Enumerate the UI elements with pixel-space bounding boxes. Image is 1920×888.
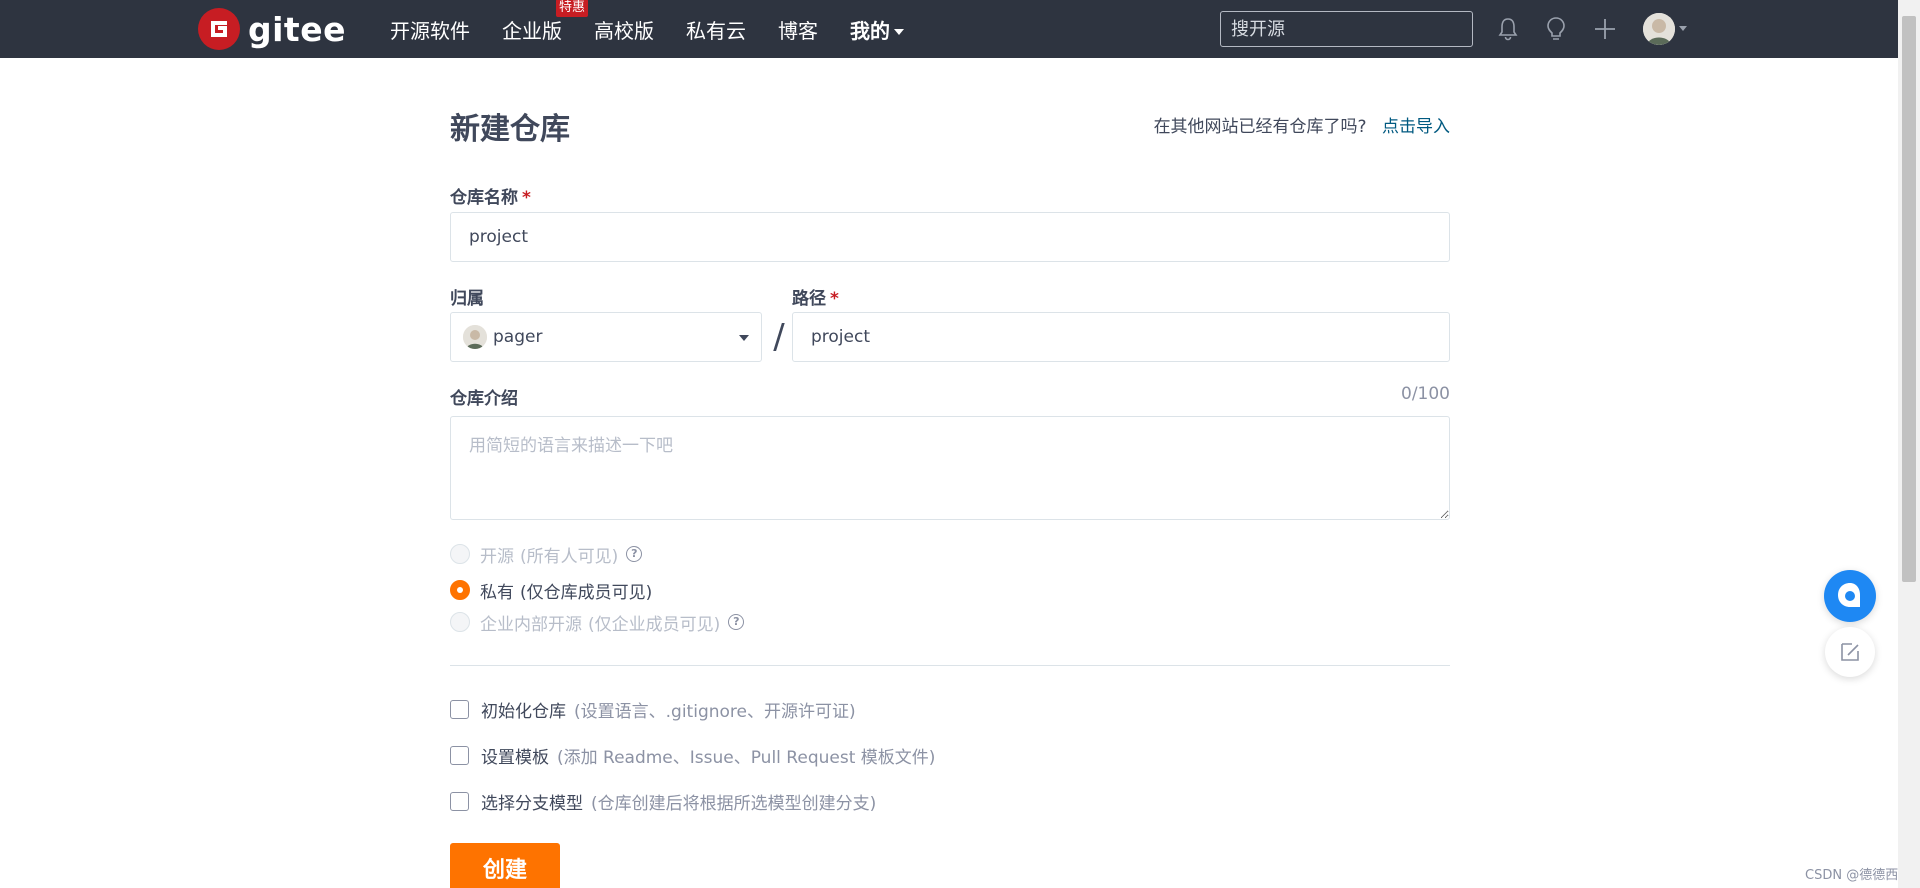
brand-name: gitee xyxy=(248,9,346,49)
section-divider xyxy=(450,665,1450,666)
gitee-logo-icon xyxy=(198,8,240,50)
nav-label: 高校版 xyxy=(594,18,654,43)
scrollbar-thumb[interactable] xyxy=(1902,16,1916,582)
nav-item-mine[interactable]: 我的 xyxy=(850,15,904,44)
nav-label: 博客 xyxy=(778,18,818,43)
checkbox-sublabel: (仓库创建后将根据所选模型创建分支) xyxy=(591,793,877,814)
bell-icon[interactable] xyxy=(1493,14,1523,44)
nav-item-private-cloud[interactable]: 私有云 xyxy=(686,15,746,44)
owner-select[interactable]: pager xyxy=(450,312,762,362)
plus-icon[interactable] xyxy=(1590,14,1620,44)
chat-bubble-button[interactable] xyxy=(1824,570,1876,622)
label-text: 仓库介绍 xyxy=(450,389,518,409)
description-counter: 0/100 xyxy=(1401,384,1450,404)
checkbox[interactable] xyxy=(450,791,469,811)
chevron-down-icon xyxy=(894,29,904,35)
repo-path-value: project xyxy=(811,327,871,347)
owner-label: 归属 xyxy=(450,284,484,309)
import-hint: 在其他网站已经有仓库了吗? 点击导入 xyxy=(1154,112,1450,137)
checkbox-label: 设置模板 xyxy=(481,747,549,768)
required-mark: * xyxy=(522,188,531,208)
page-title: 新建仓库 xyxy=(450,112,570,147)
repo-path-input[interactable]: project xyxy=(792,312,1450,362)
main-nav: 开源软件 企业版 特惠 高校版 私有云 博客 我的 xyxy=(390,0,936,58)
radio-sublabel: (仅仓库成员可见) xyxy=(520,582,653,603)
owner-path-separator: / xyxy=(773,317,785,357)
nav-label: 企业版 xyxy=(502,18,562,43)
import-link[interactable]: 点击导入 xyxy=(1382,117,1450,137)
radio-label: 企业内部开源 xyxy=(480,614,582,635)
top-navbar: gitee 开源软件 企业版 特惠 高校版 私有云 博客 我的 xyxy=(0,0,1898,58)
checkbox[interactable] xyxy=(450,745,469,765)
user-avatar[interactable] xyxy=(1643,13,1675,45)
checkbox-sublabel: (添加 Readme、Issue、Pull Request 模板文件) xyxy=(557,747,936,768)
search-input[interactable] xyxy=(1220,11,1473,47)
option-branch-model[interactable]: 选择分支模型 (仓库创建后将根据所选模型创建分支) xyxy=(450,789,877,814)
checkbox[interactable] xyxy=(450,699,469,719)
description-label: 仓库介绍 xyxy=(450,384,518,409)
help-icon[interactable]: ? xyxy=(626,546,643,562)
radio-button[interactable] xyxy=(450,544,470,564)
nav-label: 我的 xyxy=(850,18,890,43)
option-template[interactable]: 设置模板 (添加 Readme、Issue、Pull Request 模板文件) xyxy=(450,743,936,768)
repo-name-input[interactable]: project xyxy=(450,212,1450,262)
nav-label: 开源软件 xyxy=(390,18,470,43)
nav-item-blog[interactable]: 博客 xyxy=(778,15,818,44)
radio-sublabel: (仅企业成员可见) xyxy=(588,614,721,635)
radio-sublabel: (所有人可见) xyxy=(520,546,619,567)
nav-item-open-source[interactable]: 开源软件 xyxy=(390,15,470,44)
label-text: 路径 xyxy=(792,289,826,309)
create-button[interactable]: 创建 xyxy=(450,843,560,888)
visibility-option-private[interactable]: 私有 (仅仓库成员可见) xyxy=(450,577,652,603)
watermark: CSDN @德德西 xyxy=(1805,868,1899,883)
nav-item-education[interactable]: 高校版 xyxy=(594,15,654,44)
description-textarea[interactable] xyxy=(450,416,1450,520)
feedback-edit-button[interactable] xyxy=(1825,627,1875,677)
repo-name-label: 仓库名称 * xyxy=(450,183,531,208)
import-hint-text: 在其他网站已经有仓库了吗? xyxy=(1153,117,1367,137)
checkbox-label: 选择分支模型 xyxy=(481,793,583,814)
nav-item-enterprise[interactable]: 企业版 特惠 xyxy=(502,0,588,44)
option-init-repo[interactable]: 初始化仓库 (设置语言、.gitignore、开源许可证) xyxy=(450,697,856,722)
radio-button[interactable] xyxy=(450,612,470,632)
required-mark: * xyxy=(830,289,839,309)
radio-label: 开源 xyxy=(480,546,514,567)
label-text: 仓库名称 xyxy=(450,188,518,208)
radio-label: 私有 xyxy=(480,582,514,603)
nav-label: 私有云 xyxy=(686,18,746,43)
owner-avatar xyxy=(463,325,487,349)
lightbulb-icon[interactable] xyxy=(1541,14,1571,44)
label-text: 归属 xyxy=(450,289,484,309)
visibility-option-public[interactable]: 开源 (所有人可见) ? xyxy=(450,541,643,567)
promo-badge: 特惠 xyxy=(555,0,588,17)
repo-name-value: project xyxy=(469,227,529,247)
chevron-down-icon[interactable] xyxy=(1679,26,1687,31)
owner-value: pager xyxy=(493,327,543,347)
gitee-logo[interactable]: gitee xyxy=(198,8,346,50)
visibility-option-enterprise[interactable]: 企业内部开源 (仅企业成员可见) ? xyxy=(450,609,745,635)
checkbox-label: 初始化仓库 xyxy=(481,701,566,722)
radio-button[interactable] xyxy=(450,580,470,600)
path-label: 路径 * xyxy=(792,284,839,309)
help-icon[interactable]: ? xyxy=(728,614,745,630)
checkbox-sublabel: (设置语言、.gitignore、开源许可证) xyxy=(574,701,856,722)
chevron-down-icon xyxy=(739,335,749,341)
